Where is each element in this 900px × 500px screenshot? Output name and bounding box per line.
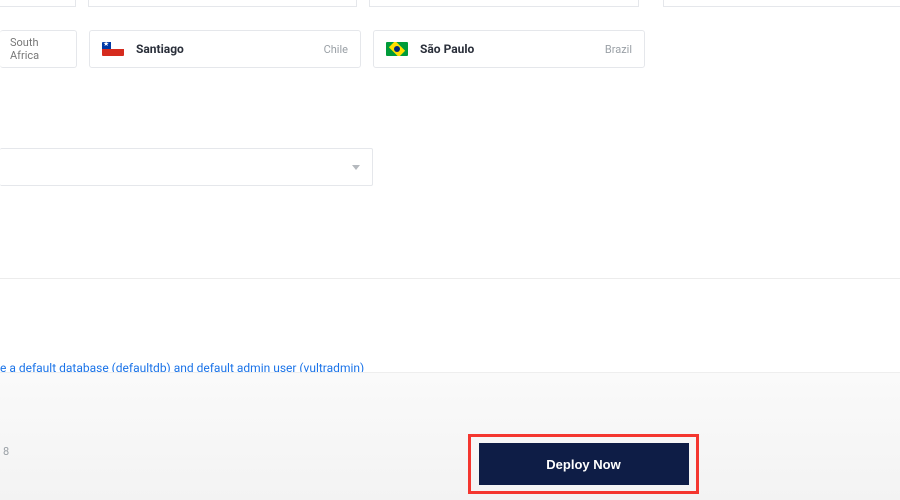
footer-bar	[0, 372, 900, 500]
chevron-down-icon	[352, 165, 360, 170]
deploy-now-button[interactable]: Deploy Now	[479, 443, 689, 485]
region-row: South Africa Santiago Chile São Paulo Br…	[0, 30, 900, 68]
deploy-highlight-box: Deploy Now	[468, 434, 699, 494]
footer-fragment-char: 8	[3, 445, 9, 458]
flag-chile-icon	[102, 42, 124, 56]
flag-brazil-icon	[386, 42, 408, 56]
cutoff-card	[663, 0, 900, 7]
region-card-santiago[interactable]: Santiago Chile	[89, 30, 361, 68]
cutoff-card	[369, 0, 638, 7]
region-city-label: Santiago	[136, 42, 324, 56]
deploy-now-label: Deploy Now	[546, 457, 620, 472]
section-divider	[0, 278, 900, 279]
region-card-sao-paulo[interactable]: São Paulo Brazil	[373, 30, 645, 68]
region-card-south-africa[interactable]: South Africa	[0, 30, 77, 68]
cutoff-card	[0, 0, 76, 7]
region-row-cutoff	[0, 0, 900, 7]
region-country-label: South Africa	[10, 36, 64, 62]
region-country-label: Chile	[324, 43, 348, 56]
cutoff-card	[88, 0, 357, 7]
generic-dropdown[interactable]	[0, 148, 373, 186]
region-city-label: São Paulo	[420, 42, 605, 56]
region-country-label: Brazil	[605, 43, 632, 56]
